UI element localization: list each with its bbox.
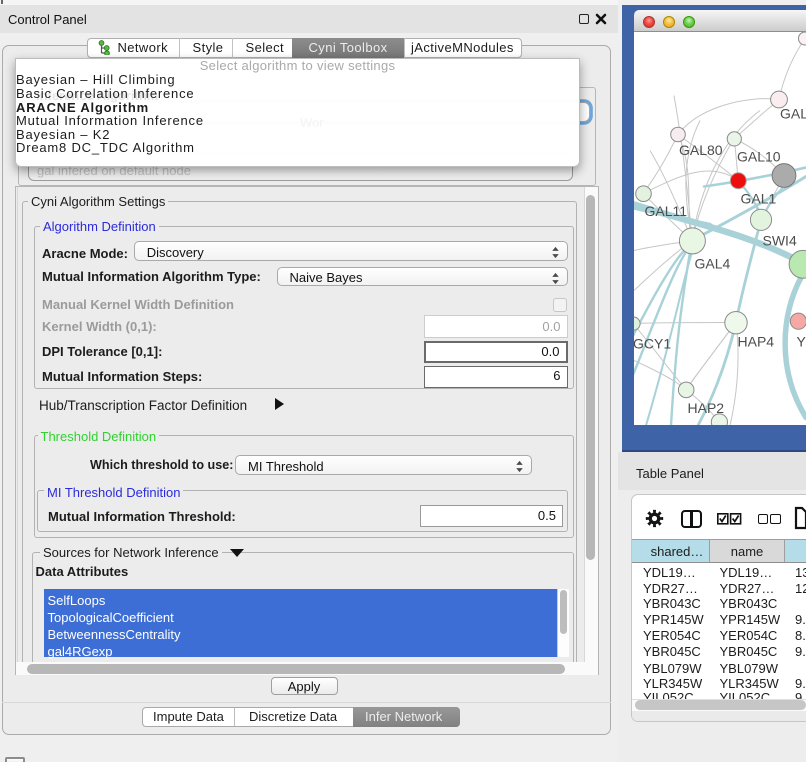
svg-text:GAL10: GAL10 <box>737 148 781 164</box>
svg-text:Y: Y <box>797 333 806 349</box>
svg-text:GAL4: GAL4 <box>695 255 731 271</box>
svg-text:GAL1: GAL1 <box>741 190 777 206</box>
svg-text:HAP2: HAP2 <box>688 400 725 416</box>
svg-text:HAP4: HAP4 <box>738 333 775 349</box>
svg-text:GAL80: GAL80 <box>679 142 723 158</box>
svg-text:GAL: GAL <box>780 105 806 121</box>
svg-text:GCY1: GCY1 <box>634 335 671 351</box>
svg-text:GAL11: GAL11 <box>645 203 688 219</box>
svg-text:SWI4: SWI4 <box>763 232 797 248</box>
